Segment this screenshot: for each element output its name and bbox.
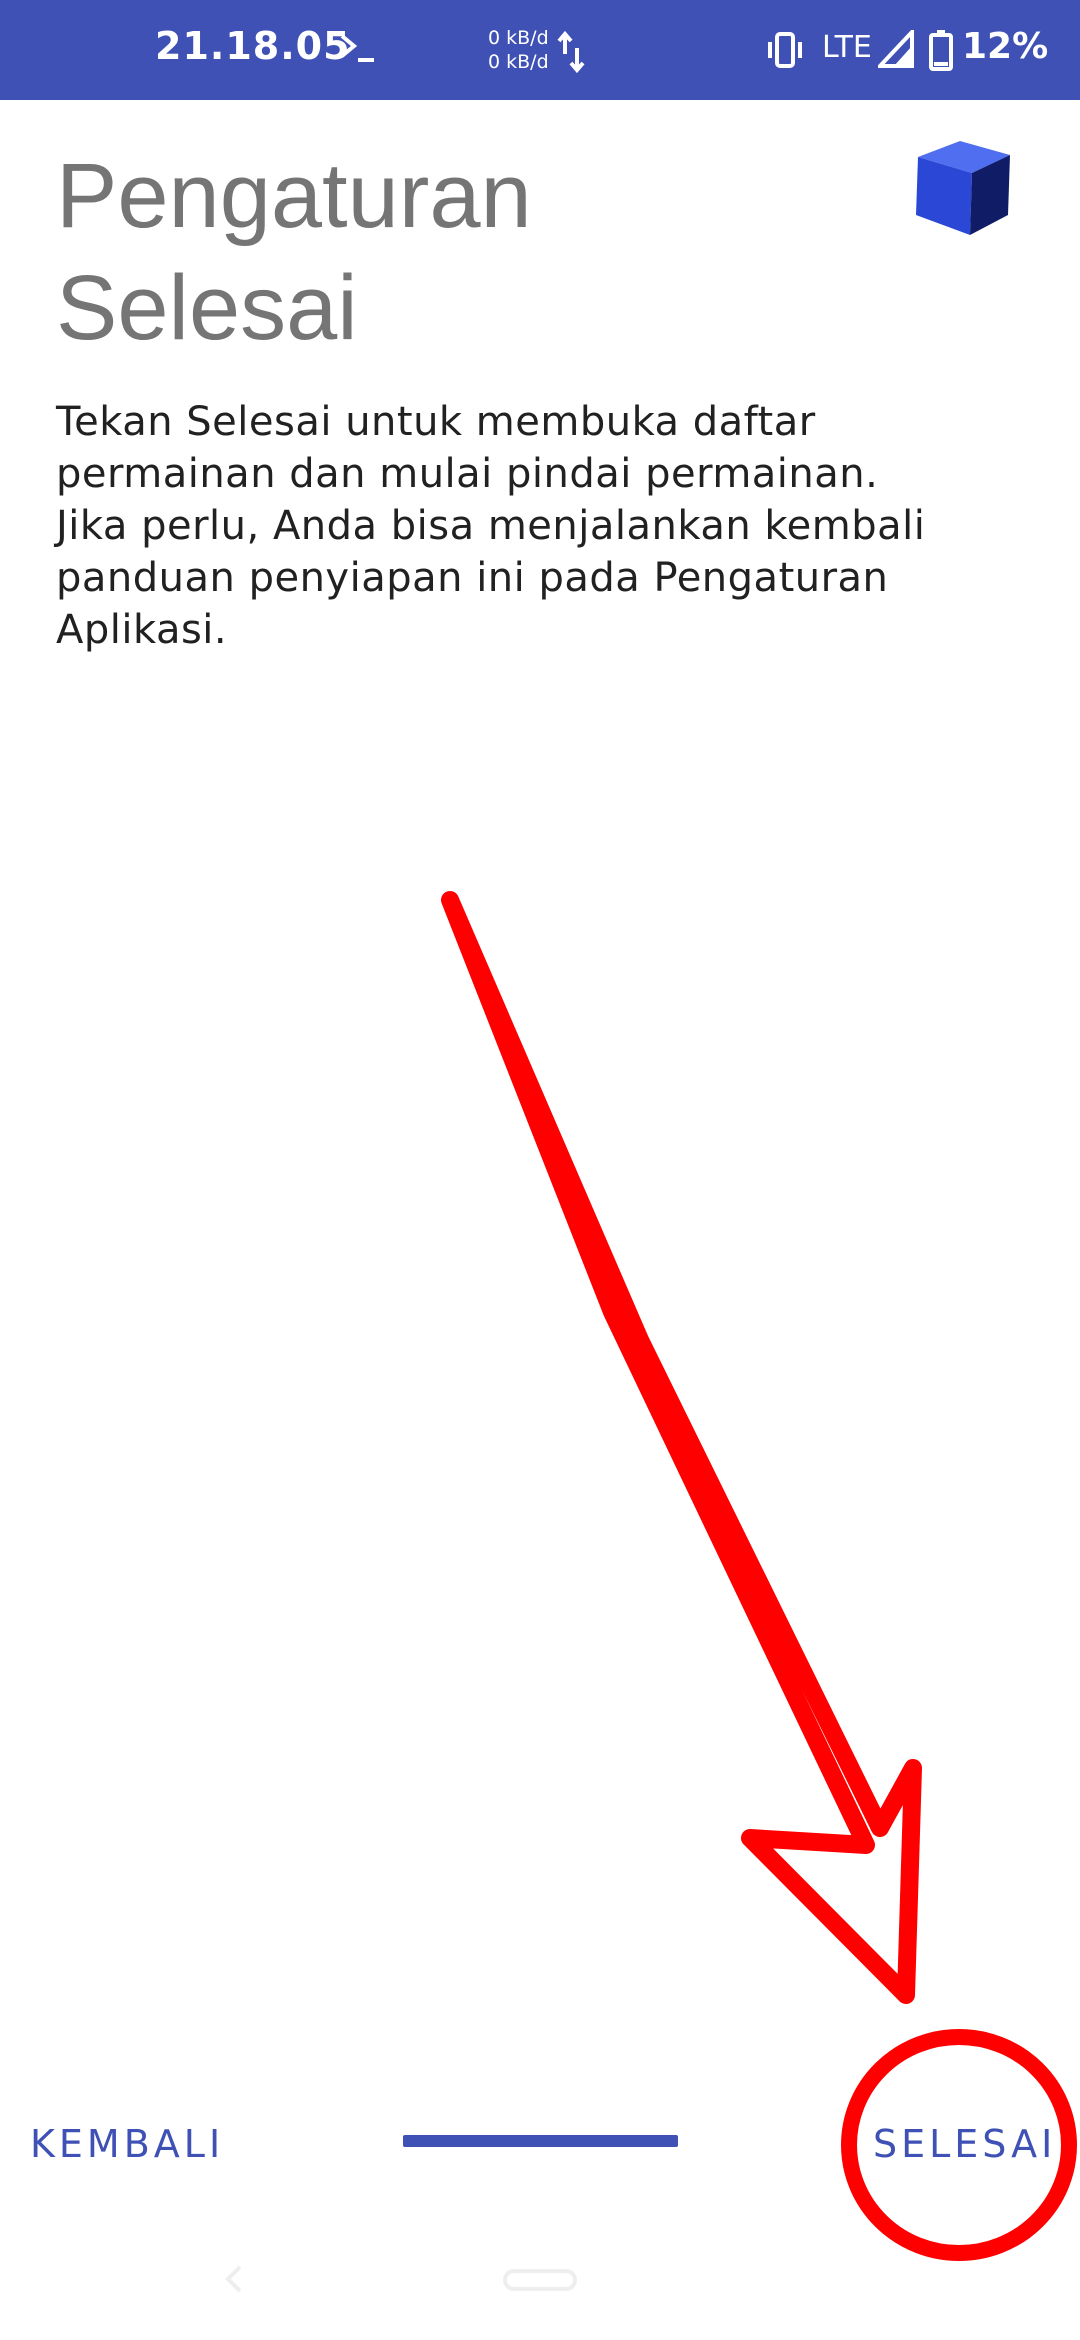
vibrate-icon — [768, 32, 802, 68]
network-type: LTE — [822, 30, 872, 65]
data-rate: 0 kB/d 0 kB/d — [488, 26, 549, 74]
red-arrow-shaft — [441, 891, 922, 2004]
nav-home-pill[interactable] — [502, 2268, 578, 2292]
page-title-line: Selesai — [56, 257, 358, 359]
terminal-icon — [340, 34, 374, 62]
description-line: Aplikasi. — [56, 607, 228, 653]
page-title: Pengaturan Selesai — [56, 140, 876, 364]
data-rate-up: 0 kB/d — [488, 27, 549, 49]
description-line: permainan dan mulai pindai permainan. — [56, 451, 879, 497]
status-bar: 21.18.05 0 kB/d 0 kB/d LTE 12% — [0, 0, 1080, 100]
back-button[interactable]: KEMBALI — [30, 2112, 224, 2176]
description-line: Jika perlu, Anda bisa menjalankan kembal… — [56, 503, 926, 549]
status-time: 21.18.05 — [155, 24, 351, 68]
description-line: panduan penyiapan ini pada Pengaturan — [56, 555, 889, 601]
data-rate-down: 0 kB/d — [488, 51, 549, 73]
signal-icon — [878, 30, 914, 68]
battery-icon — [929, 30, 953, 71]
finish-button[interactable]: SELESAI — [873, 2112, 1056, 2176]
data-transfer-icon — [557, 30, 585, 74]
page-title-line: Pengaturan — [56, 145, 532, 247]
progress-indicator — [403, 2135, 678, 2147]
blue-cube-icon — [916, 141, 1010, 235]
setup-description: Tekan Selesai untuk membuka daftar perma… — [56, 396, 1036, 656]
description-line: Tekan Selesai untuk membuka daftar — [56, 399, 816, 445]
battery-percentage: 12% — [962, 26, 1049, 67]
nav-back-icon[interactable] — [222, 2264, 246, 2294]
